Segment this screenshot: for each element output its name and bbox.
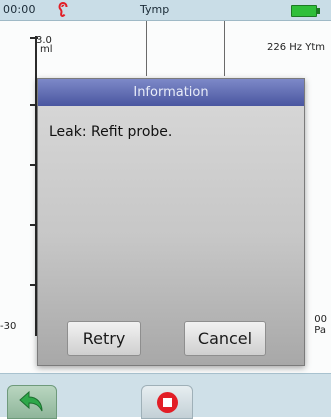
y-unit: ml: [40, 44, 53, 55]
ear-icon: [58, 2, 68, 17]
cancel-button[interactable]: Cancel: [184, 321, 266, 356]
back-button[interactable]: [7, 385, 57, 419]
x-axis-max-label: 00 Pa: [314, 314, 327, 336]
retry-button[interactable]: Retry: [67, 321, 141, 356]
x-max-value: 00: [314, 314, 327, 325]
grid-line: [146, 21, 147, 76]
information-dialog: Information Leak: Refit probe. Retry Can…: [37, 78, 305, 366]
back-arrow-icon: [19, 390, 43, 412]
x-axis-min-label: -30: [0, 321, 17, 332]
device-screen: 00:00 Tymp 3.0 ml 226 Hz Ytm -30 00 Pa I…: [0, 0, 331, 419]
probe-frequency: 226 Hz Ytm: [267, 42, 325, 53]
battery-icon: [291, 5, 320, 17]
grid-line: [224, 21, 225, 76]
dialog-message: Leak: Refit probe.: [49, 124, 173, 140]
clock-time: 00:00: [3, 3, 36, 16]
test-mode-label: Tymp: [140, 3, 170, 16]
dialog-title: Information: [38, 79, 304, 106]
stop-icon: [157, 392, 178, 413]
bottom-nav: [0, 373, 331, 419]
stop-button[interactable]: [141, 385, 193, 419]
y-axis-max-label: 3.0 ml: [36, 36, 53, 55]
status-bar: 00:00 Tymp: [0, 0, 331, 21]
x-unit: Pa: [314, 325, 326, 336]
